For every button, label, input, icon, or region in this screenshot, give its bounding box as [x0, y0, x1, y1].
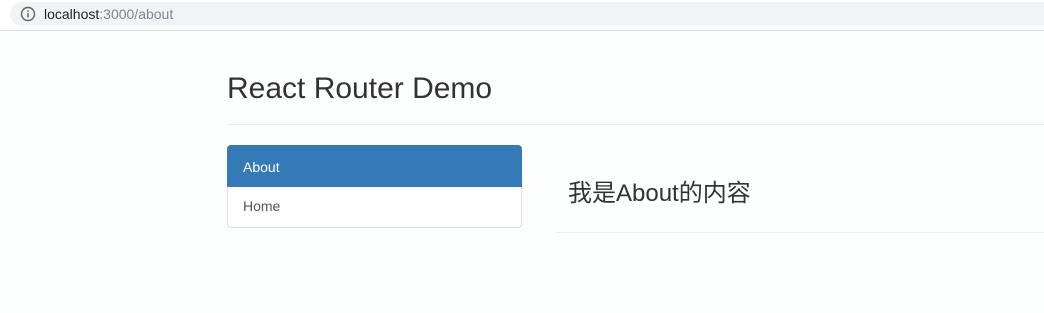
nav-item-about[interactable]: About: [227, 145, 522, 187]
page-title: React Router Demo: [227, 72, 493, 105]
browser-address-bar: localhost:3000/about: [0, 0, 1044, 31]
content-divider: [556, 232, 1044, 233]
side-nav: About Home: [227, 145, 522, 228]
content-heading: 我是About的内容: [568, 180, 751, 207]
omnibox[interactable]: localhost:3000/about: [10, 2, 1044, 26]
nav-item-home[interactable]: Home: [227, 187, 522, 228]
url-path: :3000/about: [99, 6, 174, 22]
info-circle-icon[interactable]: [20, 6, 36, 22]
url-text[interactable]: localhost:3000/about: [44, 6, 173, 22]
url-host: localhost: [44, 6, 100, 22]
header-divider: [227, 124, 1044, 125]
